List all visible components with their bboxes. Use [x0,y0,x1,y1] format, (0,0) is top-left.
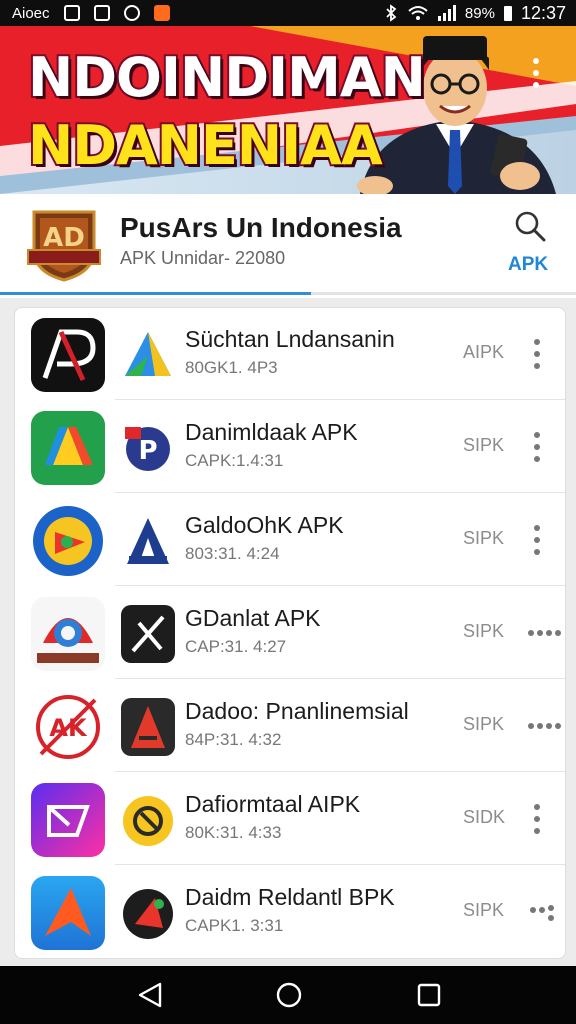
app-type-tag: AIPK [463,342,505,362]
app-name: Dafiormtaal AIPK [185,791,361,817]
app-name: Dadoo: Pnanlinemsial [185,698,409,724]
app-icon[interactable] [31,411,105,485]
app-list-item[interactable]: Dafiormtaal AIPK 80K:31. 4:33 SIDK [15,773,565,865]
app-icon[interactable] [31,876,105,950]
row-divider [115,678,565,679]
app-icon[interactable] [31,318,105,392]
app-list-item[interactable]: P Danimldaak APK CAPK:1.4:31 SIPK [15,401,565,493]
app-icon[interactable] [31,504,105,578]
progress-track [0,292,576,295]
app-overflow-menu-icon[interactable] [527,522,547,563]
carrier-label: Aioec [12,4,50,22]
store-subtitle: APK Unnidar- 22080 [120,248,286,268]
app-type-tag: SIPK [463,528,505,548]
app-list-item[interactable]: GDanlat APK CAP:31. 4:27 SIPK [15,587,565,679]
app-secondary-icon [121,698,175,756]
app-type-tag: SIDK [463,807,506,827]
row-divider [115,399,565,400]
app-type-tag: SIPK [463,435,505,455]
wifi-icon [408,6,428,20]
app-name: Süchtan Lndansanin [185,326,395,352]
app-name: GDanlat APK [185,605,321,631]
app-list-item[interactable]: Süchtan Lndansanin 80GK1. 4P3 AIPK [15,308,565,400]
messenger-icon [123,5,140,21]
app-type-tag: SIPK [463,621,505,641]
app-version: 84P:31. 4:32 [185,730,282,749]
app-secondary-icon: P [121,419,175,477]
apk-tab[interactable]: APK [508,254,548,276]
row-divider [115,771,565,772]
app-icon[interactable] [31,783,105,857]
app-secondary-icon [121,791,175,849]
battery-icon [503,6,512,21]
banner-headline-line1: NDOINDIMAN [26,44,428,111]
app-version: 803:31. 4:24 [185,544,280,563]
app-version: CAP:31. 4:27 [185,637,287,656]
app-list-item[interactable]: GaldoOhK APK 803:31. 4:24 SIPK [15,494,565,586]
row-divider [115,864,565,865]
app-secondary-icon [121,884,175,942]
recent-apps-icon[interactable] [414,980,444,1010]
image-notification-icon [93,5,110,21]
app-version: CAPK:1.4:31 [185,451,284,470]
app-type-tag: SIPK [463,900,505,920]
app-version: CAPK1. 3:31 [185,916,284,935]
app-type-tag: SIPK [463,714,505,734]
app-icon[interactable] [31,597,105,671]
svg-text:P: P [138,436,157,466]
app-overflow-menu-icon[interactable] [527,615,563,656]
row-divider [115,585,565,586]
signal-icon [437,5,456,21]
app-name: Daidm Reldantl BPK [185,884,395,910]
store-logo-icon: AD [27,210,101,282]
battery-percent: 89% [464,4,495,22]
app-list-item[interactable]: AK Dadoo: Pnanlinemsial 84P:31. 4:32 SIPK [15,680,565,772]
app-overflow-menu-icon[interactable] [527,336,547,377]
app-secondary-icon [121,512,175,570]
notification-icon [63,5,80,21]
app-overflow-menu-icon[interactable] [527,429,547,470]
app-name: Danimldaak APK [185,419,358,445]
app-version: 80K:31. 4:33 [185,823,282,842]
banner-more-icon[interactable] [532,58,540,88]
back-icon[interactable] [136,980,166,1010]
progress-indicator [0,292,312,295]
clock: 12:37 [520,2,566,23]
app-list: Süchtan Lndansanin 80GK1. 4P3 AIPK P Danimld… [14,307,566,959]
app-secondary-icon [121,605,175,663]
app-notification-icon [153,5,170,21]
store-title: PusArs Un Indonesia [120,212,402,243]
bluetooth-icon [386,4,397,22]
store-header: AD PusArs Un Indonesia APK Unnidar- 2208… [0,194,576,298]
app-version: 80GK1. 4P3 [185,358,278,377]
app-icon[interactable]: AK [31,690,105,764]
banner-headline-line2: NDANENIAA [26,112,385,179]
status-bar: Aioec 89% 12:37 [0,0,576,26]
app-secondary-icon [121,326,175,384]
svg-text:AD: AD [43,223,85,253]
app-overflow-menu-icon[interactable] [527,708,563,749]
row-divider [115,492,565,493]
app-list-item[interactable]: Daidm Reldantl BPK CAPK1. 3:31 SIPK [15,866,565,958]
app-overflow-menu-icon[interactable] [527,801,547,842]
navigation-bar [0,966,576,1024]
app-overflow-menu-icon[interactable] [527,894,563,935]
promo-banner[interactable]: NDOINDIMAN NDANENIAA [0,26,576,194]
search-icon[interactable] [514,210,546,242]
home-icon[interactable] [274,980,304,1010]
app-name: GaldoOhK APK [185,512,344,538]
